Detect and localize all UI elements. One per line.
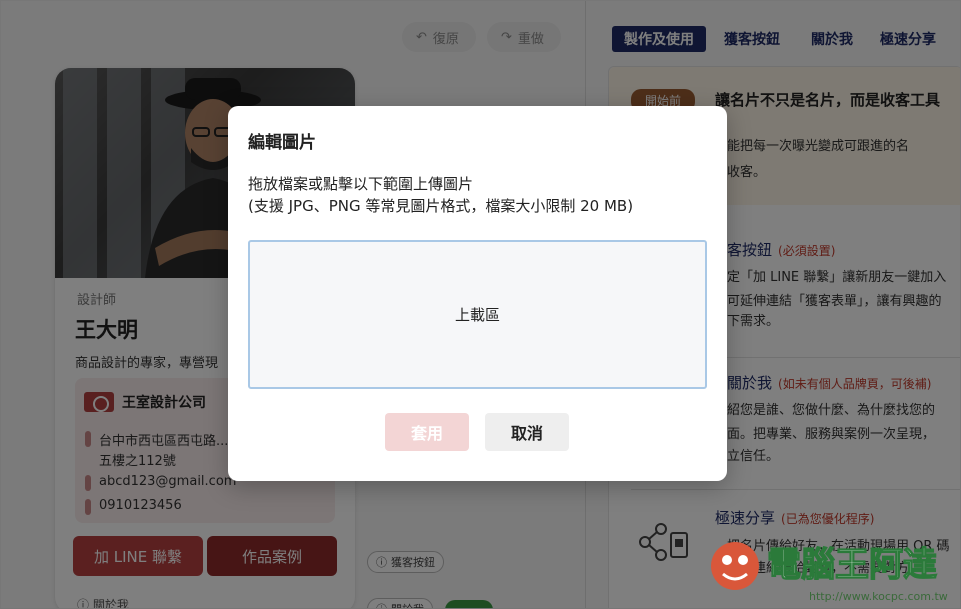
cancel-button[interactable]: 取消 [485,413,569,451]
apply-button[interactable]: 套用 [385,413,469,451]
svg-text:http://www.kocpc.com.tw: http://www.kocpc.com.tw [809,590,948,603]
svg-text:電腦王阿達: 電腦王阿達 [767,545,937,585]
dialog-format-note: (支援 JPG、PNG 等常見圖片格式，檔案大小限制 20 MB) [248,197,634,215]
upload-dropzone[interactable]: 上載區 [248,240,707,389]
edit-image-dialog: 編輯圖片 拖放檔案或點擊以下範圍上傳圖片 (支援 JPG、PNG 等常見圖片格式… [228,106,727,481]
site-watermark-logo: 電腦王阿達 http://www.kocpc.com.tw [711,542,948,603]
dialog-instruction: 拖放檔案或點擊以下範圍上傳圖片 [248,175,474,193]
dialog-title: 編輯圖片 [248,133,316,153]
dropzone-label: 上載區 [454,306,500,324]
